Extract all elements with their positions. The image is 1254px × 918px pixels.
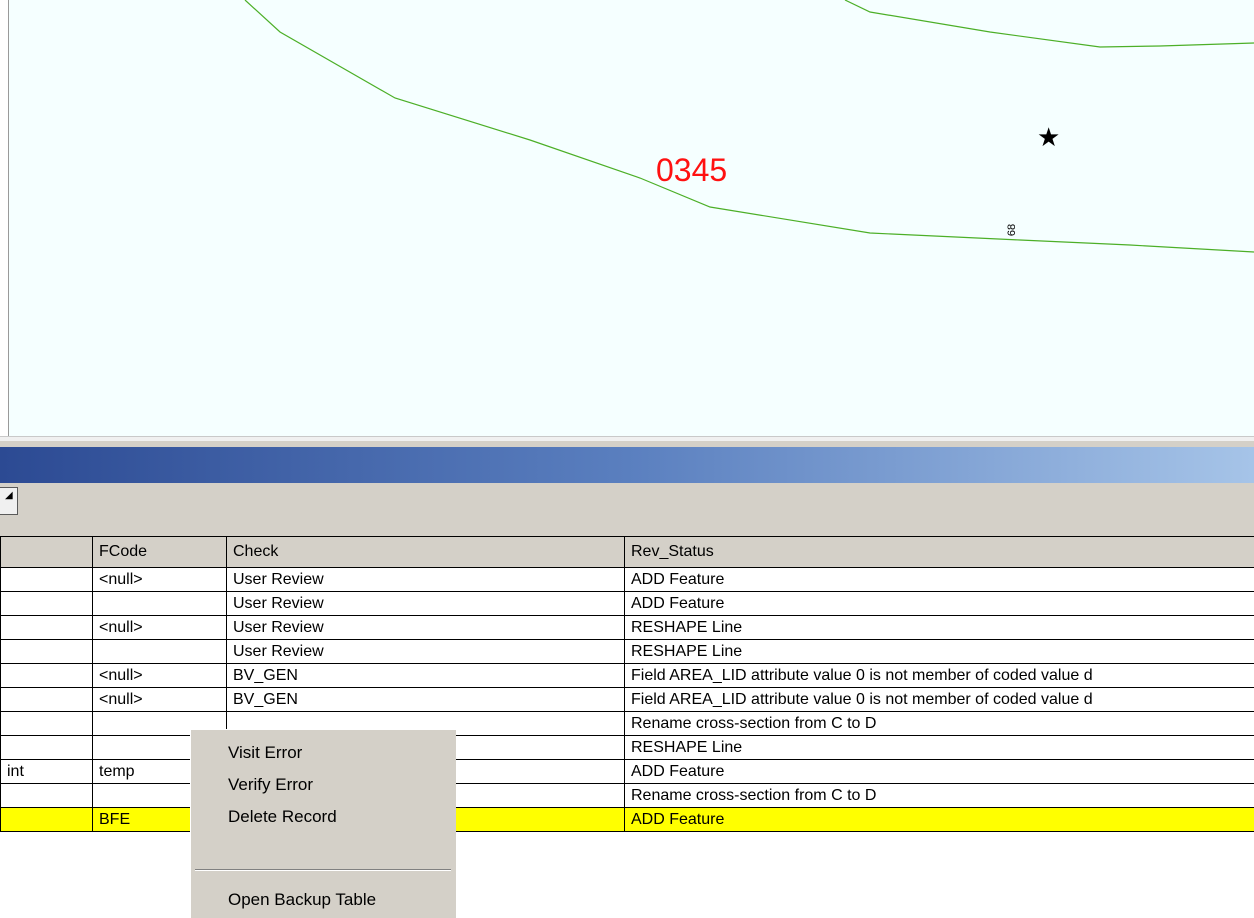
cell-misc[interactable] (0, 807, 93, 832)
results-grid[interactable]: FCode Check Rev_Status <null> User Review… (0, 536, 1254, 918)
table-row[interactable]: <null> User Review ADD Feature (0, 567, 1254, 592)
cell-misc[interactable] (0, 735, 93, 760)
cell-fcode[interactable] (92, 591, 227, 616)
cell-misc[interactable] (0, 591, 93, 616)
table-header-row: FCode Check Rev_Status (0, 536, 1254, 568)
cell-misc[interactable] (0, 615, 93, 640)
menu-item-visit-error[interactable]: Visit Error (191, 738, 457, 768)
map-frame-left (0, 0, 9, 441)
cell-misc[interactable] (0, 567, 93, 592)
map-feature-label: 0345 (656, 152, 728, 188)
cell-rev-status[interactable]: ADD Feature (624, 591, 1254, 616)
cell-fcode[interactable] (92, 639, 227, 664)
table-row[interactable]: <null> BV_GEN Field AREA_LID attribute val… (0, 687, 1254, 712)
panel-toolbar: ◢ (0, 483, 1254, 535)
star-icon[interactable]: ★ (1037, 124, 1060, 152)
menu-item-verify-error[interactable]: Verify Error (191, 770, 457, 800)
menu-separator (195, 869, 451, 871)
cell-check[interactable]: BV_GEN (226, 663, 625, 688)
cell-fcode[interactable]: <null> (92, 615, 227, 640)
cell-fcode[interactable]: <null> (92, 663, 227, 688)
cell-rev-status[interactable]: ADD Feature (624, 567, 1254, 592)
column-header-check[interactable]: Check (226, 536, 625, 568)
column-header-blank[interactable] (0, 536, 93, 568)
table-row[interactable]: RESHAPE Line (0, 735, 1254, 760)
cell-check[interactable]: BV_GEN (226, 687, 625, 712)
table-row[interactable]: User Review RESHAPE Line (0, 639, 1254, 664)
cell-misc[interactable] (0, 687, 93, 712)
map-frame-bottom (0, 436, 1254, 441)
cell-rev-status[interactable]: RESHAPE Line (624, 639, 1254, 664)
context-menu: Visit Error Verify Error Delete Record O… (190, 729, 456, 918)
table-row[interactable]: int temp ADD Feature (0, 759, 1254, 784)
toolbar-dropdown-button[interactable]: ◢ (0, 487, 18, 515)
cell-rev-status[interactable]: Field AREA_LID attribute value 0 is not … (624, 663, 1254, 688)
menu-item-open-backup-table[interactable]: Open Backup Table (191, 885, 457, 915)
column-header-rev-status[interactable]: Rev_Status (624, 536, 1254, 568)
cell-misc[interactable] (0, 783, 93, 808)
results-table: FCode Check Rev_Status <null> User Review… (0, 536, 1254, 832)
menu-item-delete-record[interactable]: Delete Record (191, 802, 457, 832)
table-row[interactable]: <null> User Review RESHAPE Line (0, 615, 1254, 640)
table-row[interactable]: BFE ADD Feature (0, 807, 1254, 832)
cell-fcode[interactable]: <null> (92, 687, 227, 712)
cell-fcode[interactable]: <null> (92, 567, 227, 592)
table-row[interactable]: Rename cross-section from C to D (0, 711, 1254, 736)
cell-misc[interactable] (0, 639, 93, 664)
map-line-upper-right (844, 0, 1254, 48)
map-line-top (244, 0, 1254, 253)
map-canvas[interactable] (0, 0, 1254, 441)
table-row[interactable]: Rename cross-section from C to D (0, 783, 1254, 808)
panel-titlebar[interactable] (0, 447, 1254, 483)
table-row[interactable]: User Review ADD Feature (0, 591, 1254, 616)
cell-rev-status[interactable]: Field AREA_LID attribute value 0 is not … (624, 687, 1254, 712)
column-header-fcode[interactable]: FCode (92, 536, 227, 568)
cell-rev-status[interactable]: Rename cross-section from C to D (624, 711, 1254, 736)
cell-check[interactable]: User Review (226, 591, 625, 616)
cell-check[interactable]: User Review (226, 567, 625, 592)
cell-rev-status[interactable]: RESHAPE Line (624, 615, 1254, 640)
cell-check[interactable]: User Review (226, 615, 625, 640)
dropdown-arrow-icon: ◢ (5, 490, 13, 501)
cell-rev-status[interactable]: RESHAPE Line (624, 735, 1254, 760)
cell-rev-status[interactable]: ADD Feature (624, 807, 1254, 832)
map-view[interactable]: 0345 68 ★ (0, 0, 1254, 441)
map-feature-small-label: 68 (1006, 223, 1019, 237)
cell-misc[interactable]: int (0, 759, 93, 784)
table-row[interactable]: <null> BV_GEN Field AREA_LID attribute val… (0, 663, 1254, 688)
cell-rev-status[interactable]: ADD Feature (624, 759, 1254, 784)
cell-check[interactable]: User Review (226, 639, 625, 664)
cell-misc[interactable] (0, 711, 93, 736)
cell-misc[interactable] (0, 663, 93, 688)
cell-rev-status[interactable]: Rename cross-section from C to D (624, 783, 1254, 808)
